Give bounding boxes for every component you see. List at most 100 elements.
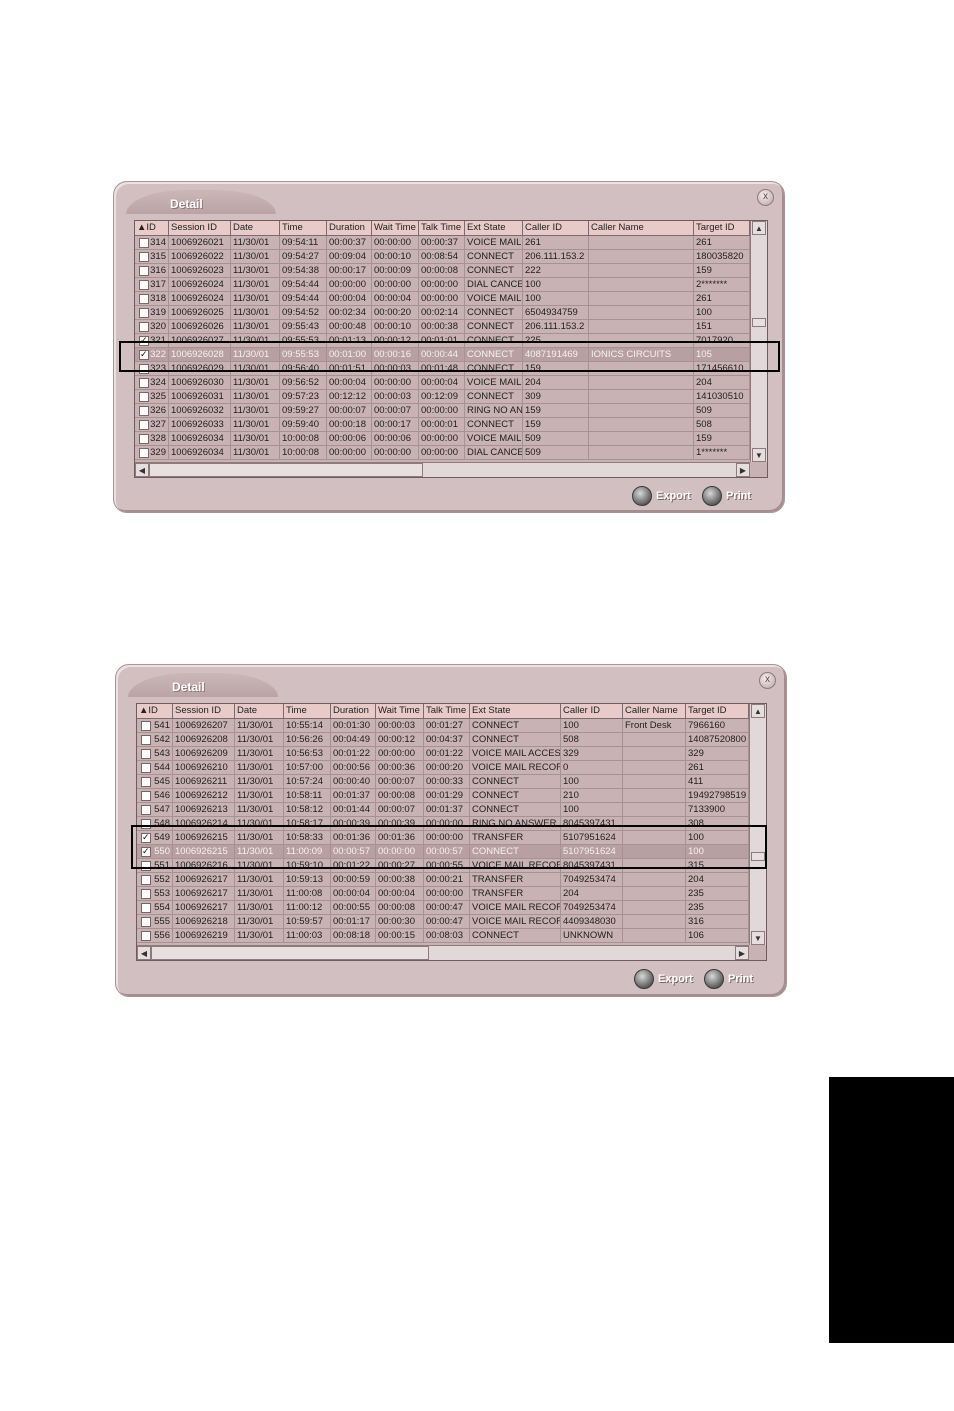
row-checkbox[interactable] [139,322,149,332]
scroll-thumb[interactable] [752,318,766,327]
cell-time: 09:59:27 [280,404,327,417]
scroll-down-icon[interactable]: ▼ [751,931,765,945]
column-header-time[interactable]: Time [284,704,331,718]
table-row[interactable]: 328 1006926034 11/30/01 10:00:08 00:00:06 00:… [135,432,750,446]
column-header-caller-name[interactable]: Caller Name [589,221,694,235]
table-row[interactable]: 317 1006926024 11/30/01 09:54:44 00:00:00 00:… [135,278,750,292]
row-checkbox[interactable] [139,266,149,276]
table-row[interactable]: 326 1006926032 11/30/01 09:59:27 00:00:07 00:… [135,404,750,418]
row-checkbox[interactable] [141,735,151,745]
table-row[interactable]: 543 1006926209 11/30/01 10:56:53 00:01:22 00:… [137,747,749,761]
table-row[interactable]: 553 1006926217 11/30/01 11:00:08 00:00:04 00:… [137,887,749,901]
table-row[interactable]: 541 1006926207 11/30/01 10:55:14 00:01:30 00:… [137,719,749,733]
table-row[interactable]: 554 1006926217 11/30/01 11:00:12 00:00:55 00:… [137,901,749,915]
close-icon[interactable]: x [757,189,774,206]
hscroll-thumb[interactable] [151,946,429,960]
row-checkbox[interactable] [139,294,149,304]
column-header-caller-id[interactable]: Caller ID [523,221,589,235]
cell-caller-name [589,446,694,459]
row-checkbox[interactable] [141,903,151,913]
row-checkbox[interactable] [139,406,149,416]
table-row[interactable]: 544 1006926210 11/30/01 10:57:00 00:00:56 00:… [137,761,749,775]
row-checkbox[interactable] [139,280,149,290]
scroll-left-icon[interactable]: ◀ [137,946,151,960]
column-header-id[interactable]: ▲ID [135,221,169,235]
row-checkbox[interactable] [141,917,151,927]
table-row[interactable]: 546 1006926212 11/30/01 10:58:11 00:01:37 00:… [137,789,749,803]
column-header-caller-id[interactable]: Caller ID [561,704,623,718]
column-header-caller-name[interactable]: Caller Name [623,704,686,718]
table-row[interactable]: 324 1006926030 11/30/01 09:56:52 00:00:04 00:… [135,376,750,390]
scroll-up-icon[interactable]: ▲ [752,221,766,235]
horizontal-scrollbar[interactable]: ◀ ▶ [137,945,749,960]
scroll-up-icon[interactable]: ▲ [751,704,765,718]
row-checkbox[interactable] [139,238,149,248]
table-row[interactable]: 319 1006926025 11/30/01 09:54:52 00:02:34 00:… [135,306,750,320]
print-button[interactable]: Print [702,486,751,506]
row-checkbox[interactable] [141,777,151,787]
table-row[interactable]: 318 1006926024 11/30/01 09:54:44 00:00:04 00:… [135,292,750,306]
row-checkbox[interactable] [141,791,151,801]
cell-time: 11:00:08 [284,887,331,900]
column-header-target-id[interactable]: Target ID [686,704,749,718]
column-header-time[interactable]: Time [280,221,327,235]
column-header-target-id[interactable]: Target ID [694,221,750,235]
export-button[interactable]: Export [632,486,691,506]
row-checkbox[interactable] [141,889,151,899]
table-row[interactable]: 552 1006926217 11/30/01 10:59:13 00:00:59 00:… [137,873,749,887]
column-header-ext-state[interactable]: Ext State [465,221,523,235]
cell-wait-time: 00:00:07 [372,404,419,417]
column-header-date[interactable]: Date [235,704,284,718]
column-header-id[interactable]: ▲ID [137,704,173,718]
column-header-duration[interactable]: Duration [327,221,372,235]
row-checkbox[interactable] [139,252,149,262]
row-checkbox[interactable] [139,308,149,318]
row-checkbox[interactable] [139,434,149,444]
row-checkbox[interactable] [139,392,149,402]
table-row[interactable]: 545 1006926211 11/30/01 10:57:24 00:00:40 00:… [137,775,749,789]
column-header-talk-time[interactable]: Talk Time [419,221,465,235]
scroll-right-icon[interactable]: ▶ [735,946,749,960]
close-icon[interactable]: x [759,672,776,689]
column-header-ext-state[interactable]: Ext State [470,704,561,718]
row-checkbox[interactable] [141,749,151,759]
cell-duration: 00:00:07 [327,404,372,417]
column-header-session-id[interactable]: Session ID [169,221,231,235]
table-row[interactable]: 315 1006926022 11/30/01 09:54:27 00:09:04 00:… [135,250,750,264]
column-header-wait-time[interactable]: Wait Time [376,704,424,718]
table-row[interactable]: 314 1006926021 11/30/01 09:54:11 00:00:37 00:… [135,236,750,250]
row-checkbox[interactable] [141,763,151,773]
table-row[interactable]: 547 1006926213 11/30/01 10:58:12 00:01:44 00:… [137,803,749,817]
row-checkbox[interactable] [141,805,151,815]
print-button[interactable]: Print [704,969,753,989]
table-row[interactable]: 555 1006926218 11/30/01 10:59:57 00:01:17 00:… [137,915,749,929]
cell-date: 11/30/01 [231,250,280,263]
column-header-talk-time[interactable]: Talk Time [424,704,470,718]
column-header-date[interactable]: Date [231,221,280,235]
table-row[interactable]: 325 1006926031 11/30/01 09:57:23 00:12:12 00:… [135,390,750,404]
table-row[interactable]: 556 1006926219 11/30/01 11:00:03 00:08:18 00:… [137,929,749,943]
row-checkbox[interactable] [139,448,149,458]
cell-session-id: 1006926219 [173,929,235,942]
horizontal-scrollbar[interactable]: ◀ ▶ [135,462,750,477]
hscroll-thumb[interactable] [149,463,423,477]
row-checkbox[interactable] [141,931,151,941]
row-checkbox[interactable] [139,420,149,430]
column-header-duration[interactable]: Duration [331,704,376,718]
table-row[interactable]: 320 1006926026 11/30/01 09:55:43 00:00:48 00:… [135,320,750,334]
cell-session-id: 1006926208 [173,733,235,746]
cell-session-id: 1006926032 [169,404,231,417]
row-checkbox[interactable] [141,875,151,885]
scroll-left-icon[interactable]: ◀ [135,463,149,477]
column-header-wait-time[interactable]: Wait Time [372,221,419,235]
table-row[interactable]: 327 1006926033 11/30/01 09:59:40 00:00:18 00:… [135,418,750,432]
table-row[interactable]: 316 1006926023 11/30/01 09:54:38 00:00:17 00:… [135,264,750,278]
row-checkbox[interactable] [141,721,151,731]
scroll-right-icon[interactable]: ▶ [736,463,750,477]
scroll-down-icon[interactable]: ▼ [752,448,766,462]
table-row[interactable]: 329 1006926034 11/30/01 10:00:08 00:00:00 00:… [135,446,750,460]
export-button[interactable]: Export [634,969,693,989]
row-checkbox[interactable] [139,378,149,388]
column-header-session-id[interactable]: Session ID [173,704,235,718]
table-row[interactable]: 542 1006926208 11/30/01 10:56:26 00:04:49 00:… [137,733,749,747]
